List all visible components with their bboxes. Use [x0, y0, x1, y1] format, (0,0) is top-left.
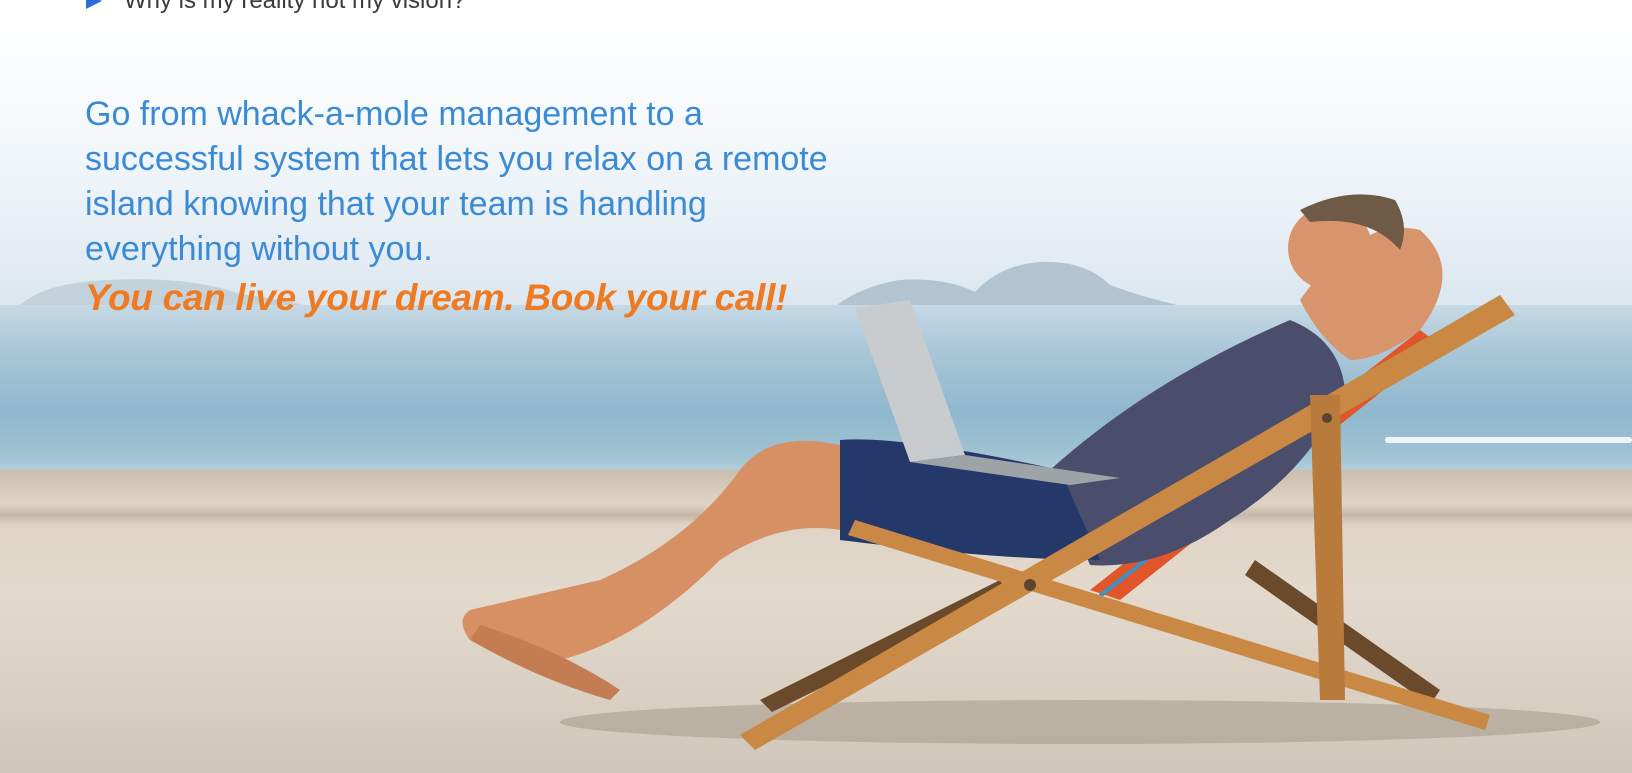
headline: Go from whack-a-mole management to a suc… [85, 95, 828, 268]
bullet-item: Why is my reality not my vision? [86, 0, 465, 16]
call-to-action-text: You can live your dream. Book your call! [85, 277, 788, 318]
triangle-right-icon [86, 0, 102, 9]
bullet-text: Why is my reality not my vision? [124, 0, 466, 14]
